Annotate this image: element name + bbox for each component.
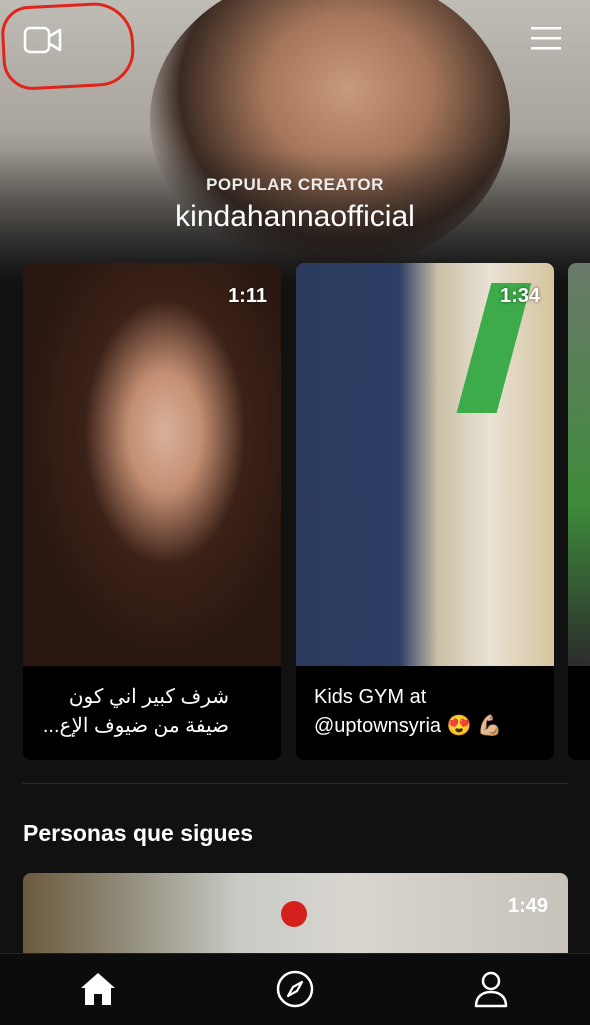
video-thumbnail: [568, 263, 590, 666]
video-duration: 1:34: [499, 285, 540, 307]
section-divider: [22, 783, 568, 784]
section-title: Personas que sigues: [23, 820, 254, 846]
video-camera-icon: [23, 26, 62, 54]
bottom-navigation: [0, 953, 590, 1025]
video-card-partial[interactable]: [568, 263, 590, 760]
video-thumbnail: [281, 901, 307, 927]
creator-name[interactable]: kindahannaofficial: [0, 200, 590, 234]
profile-icon: [474, 971, 508, 1008]
hamburger-menu-icon: [531, 27, 561, 50]
video-caption: شرف كبير اني كون ضيفة من ضيوف الإع...: [42, 686, 229, 737]
home-icon: [81, 973, 115, 1005]
menu-button[interactable]: [524, 18, 568, 58]
video-camera-button[interactable]: [18, 18, 68, 62]
creator-tag: POPULAR CREATOR: [206, 175, 384, 194]
video-card[interactable]: 1:34 Kids GYM at @uptownsyria 😍 💪🏼: [296, 263, 554, 760]
video-card[interactable]: 1:11 شرف كبير اني كون ضيفة من ضيوف الإع.…: [23, 263, 281, 760]
video-thumbnail: [23, 263, 281, 666]
video-carousel[interactable]: 1:11 شرف كبير اني كون ضيفة من ضيوف الإع.…: [0, 263, 590, 763]
nav-profile[interactable]: [468, 966, 514, 1012]
video-thumbnail: [296, 263, 554, 666]
compass-icon: [276, 970, 314, 1008]
video-duration: 1:49: [507, 895, 548, 917]
video-caption: Kids GYM at @uptownsyria 😍 💪🏼: [314, 686, 502, 737]
nav-explore[interactable]: [272, 966, 318, 1012]
video-duration: 1:11: [228, 285, 267, 307]
nav-home[interactable]: [75, 966, 121, 1012]
